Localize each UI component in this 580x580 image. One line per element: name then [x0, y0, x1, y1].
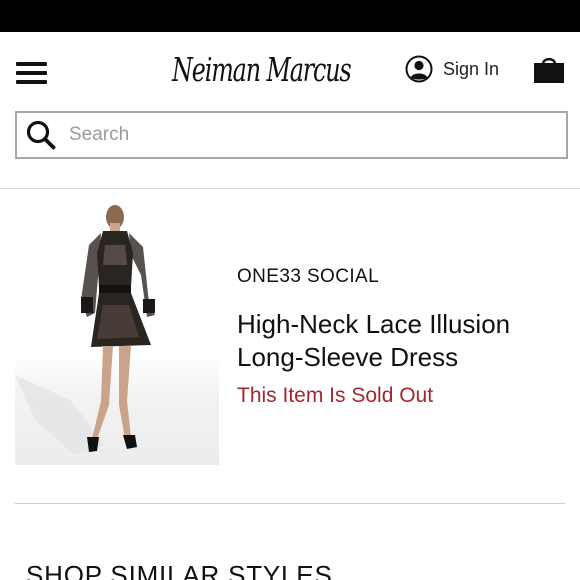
search-icon[interactable]: [25, 119, 57, 151]
site-logo[interactable]: Neiman Marcus: [172, 42, 352, 98]
shop-similar-heading: SHOP SIMILAR STYLES: [26, 560, 333, 580]
sold-out-status: This Item Is Sold Out: [237, 384, 434, 407]
search-input[interactable]: [69, 124, 539, 146]
dress-model-illustration: [15, 205, 155, 455]
search-bar[interactable]: [15, 111, 568, 159]
product-image[interactable]: [15, 205, 219, 465]
site-header: Neiman Marcus Sign In: [0, 32, 580, 110]
section-divider: [15, 503, 565, 504]
shopping-bag-icon[interactable]: [532, 54, 566, 84]
header-divider: [0, 188, 580, 189]
product-brand[interactable]: ONE33 SOCIAL: [237, 266, 379, 288]
product-name: High-Neck Lace Illusion Long-Sleeve Dres…: [237, 309, 511, 372]
user-account-icon: [405, 55, 433, 83]
sign-in-button[interactable]: Sign In: [405, 54, 499, 84]
hamburger-menu-icon[interactable]: [16, 62, 47, 84]
status-bar: [0, 0, 580, 32]
sign-in-label: Sign In: [443, 58, 500, 79]
